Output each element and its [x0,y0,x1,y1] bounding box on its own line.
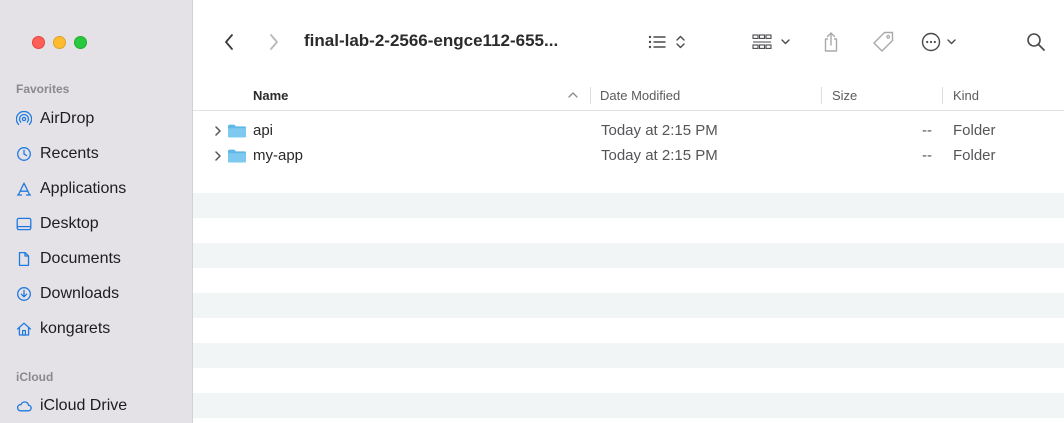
empty-row [193,293,1064,318]
search-button[interactable] [1023,28,1049,56]
minimize-button[interactable] [53,36,66,49]
column-kind[interactable]: Kind [953,80,979,110]
disclosure-triangle[interactable] [213,143,223,168]
sidebar-item-applications[interactable]: Applications [16,174,126,204]
sidebar: Favorites AirDrop Recents Applications D… [0,0,193,423]
tag-icon [873,31,894,52]
file-list: api Today at 2:15 PM -- Folder my-app To… [193,110,1064,423]
sidebar-item-recents[interactable]: Recents [16,139,99,169]
chevron-right-icon [270,34,278,50]
file-size: -- [922,147,932,164]
table-row[interactable]: my-app Today at 2:15 PM -- Folder [193,143,1064,168]
file-date-modified: Today at 2:15 PM [601,147,718,164]
close-button[interactable] [32,36,45,49]
empty-row [193,243,1064,268]
sidebar-item-airdrop[interactable]: AirDrop [16,104,94,134]
column-size[interactable]: Size [832,80,857,110]
sidebar-item-downloads[interactable]: Downloads [16,279,119,309]
sidebar-item-label: iCloud Drive [40,397,128,414]
list-view-button[interactable] [645,28,695,56]
column-separator[interactable] [942,87,943,104]
sidebar-item-documents[interactable]: Documents [16,244,121,274]
folder-icon [227,118,247,143]
sidebar-item-label: AirDrop [40,110,95,127]
zoom-button[interactable] [74,36,87,49]
toolbar: final-lab-2-2566-engce112-655... [193,0,1064,80]
desktop-icon [16,216,32,232]
sidebar-item-icloud-drive[interactable]: iCloud Drive [16,391,127,421]
column-name[interactable]: Name [253,80,288,110]
file-size: -- [922,122,932,139]
sidebar-item-desktop[interactable]: Desktop [16,209,99,239]
sidebar-item-label: Downloads [40,285,120,302]
column-date-modified[interactable]: Date Modified [600,80,680,110]
chevron-right-icon [215,125,221,136]
forward-button[interactable] [264,28,284,56]
sidebar-item-label: Documents [40,250,121,267]
column-separator[interactable] [590,87,591,104]
share-button[interactable] [818,28,844,56]
share-icon [824,32,838,52]
sidebar-item-label: kongarets [40,320,111,337]
column-header: Name Date Modified Size Kind [193,80,1064,111]
airdrop-icon [16,111,32,127]
folder-icon [227,143,247,168]
tag-button[interactable] [868,28,898,56]
file-kind: Folder [953,147,996,164]
disclosure-triangle[interactable] [213,118,223,143]
more-icon [921,32,956,52]
clock-icon [16,146,32,162]
column-separator[interactable] [821,87,822,104]
empty-row [193,343,1064,368]
file-name: api [253,122,274,139]
chevron-up-icon [568,92,578,98]
group-button[interactable] [749,28,799,56]
empty-row [193,393,1064,418]
sidebar-item-label: Desktop [40,215,99,232]
icloud-section-title: iCloud [16,370,54,384]
grid-icon [752,34,790,49]
sort-indicator[interactable] [567,80,579,110]
sidebar-item-home[interactable]: kongarets [16,314,110,344]
download-icon [16,286,32,302]
window-title: final-lab-2-2566-engce112-655... [304,31,559,50]
sidebar-item-label: Applications [40,180,127,197]
empty-row [193,193,1064,218]
sidebar-item-label: Recents [40,145,99,162]
search-icon [1027,33,1045,51]
cloud-icon [16,398,32,414]
applications-icon [16,181,32,197]
back-button[interactable] [219,28,239,56]
chevron-right-icon [215,150,221,161]
list-view-icon [648,35,685,49]
document-icon [16,251,32,267]
file-date-modified: Today at 2:15 PM [601,122,718,139]
file-kind: Folder [953,122,996,139]
finder-window: Favorites AirDrop Recents Applications D… [0,0,1064,423]
favorites-section-title: Favorites [16,82,70,96]
table-row[interactable]: api Today at 2:15 PM -- Folder [193,118,1064,143]
action-menu-button[interactable] [918,28,968,56]
window-controls [32,36,87,49]
chevron-left-icon [225,34,233,50]
file-name: my-app [253,147,304,164]
home-icon [16,321,32,337]
